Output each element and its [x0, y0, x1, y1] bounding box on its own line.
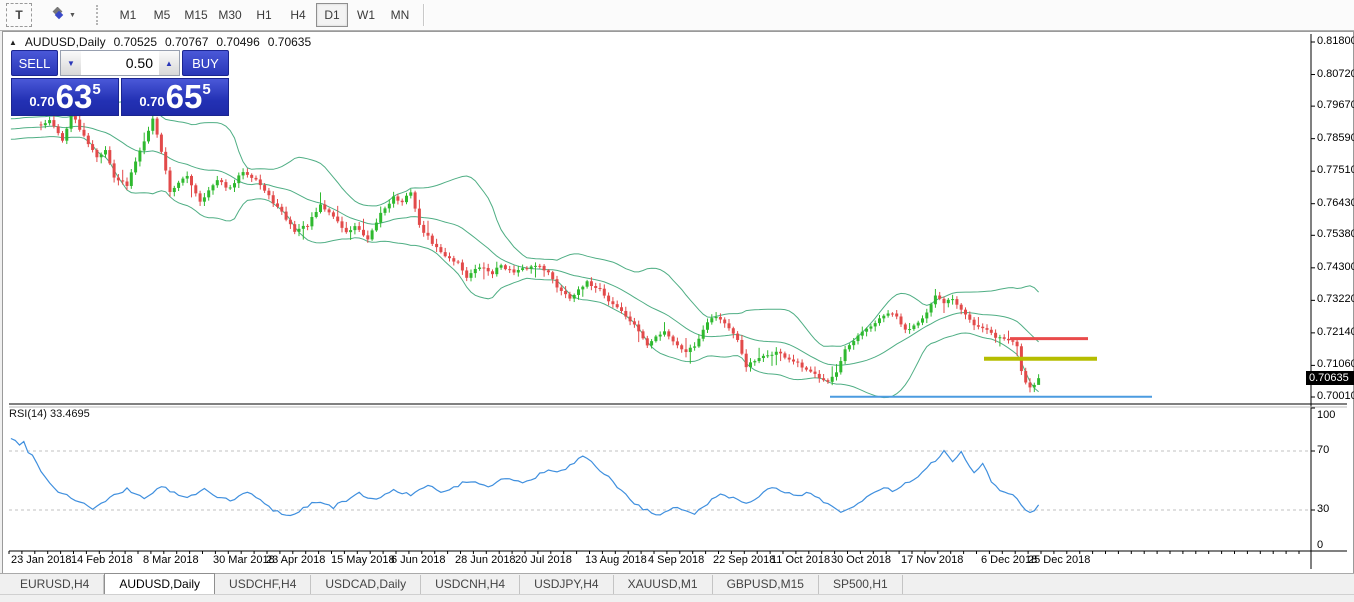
price-axis-label: 0.80720 [1317, 68, 1354, 80]
rsi-axis-label: 0 [1317, 539, 1323, 551]
date-axis-label: 4 Sep 2018 [648, 554, 704, 566]
ask-prefix: 0.70 [139, 94, 164, 109]
timeframe-button-m1[interactable]: M1 [112, 3, 144, 27]
volume-up-icon[interactable]: ▲ [159, 51, 179, 75]
price-axis-label: 0.76430 [1317, 197, 1354, 209]
chart-tab-bar: EURUSD,H4AUDUSD,DailyUSDCHF,H4USDCAD,Dai… [0, 573, 1354, 594]
price-axis-label: 0.73220 [1317, 293, 1354, 305]
date-axis-label: 11 Oct 2018 [771, 554, 830, 566]
sell-price-panel[interactable]: 0.70 63 5 [11, 78, 119, 116]
toolbar-drag-handle[interactable] [96, 5, 103, 25]
rsi-axis-label: 30 [1317, 503, 1329, 515]
buy-price-panel[interactable]: 0.70 65 5 [121, 78, 229, 116]
bollinger-bands [11, 102, 1039, 398]
chart-tab-eurusd-h4[interactable]: EURUSD,H4 [6, 575, 104, 594]
bid-pipette: 5 [92, 81, 100, 98]
timeframe-button-m5[interactable]: M5 [146, 3, 178, 27]
timeframe-button-mn[interactable]: MN [384, 3, 416, 27]
ohlc-close: 0.70635 [268, 35, 311, 49]
price-axis-label: 0.78590 [1317, 132, 1354, 144]
rsi-axis-label: 70 [1317, 444, 1329, 456]
chart-symbol-period: AUDUSD,Daily [25, 35, 106, 49]
price-axis-label: 0.74300 [1317, 261, 1354, 273]
timeframe-button-h1[interactable]: H1 [248, 3, 280, 27]
price-axis-label: 0.81800 [1317, 35, 1354, 47]
terminal-window: T ▼ M1M5M15M30H1H4D1W1MN ▲ AUDUSD,Daily … [0, 0, 1354, 602]
chart-window: ▲ AUDUSD,Daily 0.70525 0.70767 0.70496 0… [2, 31, 1354, 574]
chart-tab-usdcad-daily[interactable]: USDCAD,Daily [311, 575, 421, 594]
bid-prefix: 0.70 [29, 94, 54, 109]
date-axis-label: 13 Aug 2018 [585, 554, 647, 566]
volume-spinner: ▼ ▲ [60, 50, 180, 76]
chart-tab-usdchf-h4[interactable]: USDCHF,H4 [215, 575, 311, 594]
date-axis-label: 23 Apr 2018 [266, 554, 325, 566]
status-bar [0, 594, 1354, 602]
volume-down-icon[interactable]: ▼ [61, 51, 81, 75]
ask-big-digits: 65 [166, 82, 203, 112]
rsi-axis-label: 100 [1317, 409, 1335, 421]
timeframe-button-m30[interactable]: M30 [214, 3, 246, 27]
price-axis-label: 0.72140 [1317, 326, 1354, 338]
price-axis-label: 0.79670 [1317, 99, 1354, 111]
timeframe-button-w1[interactable]: W1 [350, 3, 382, 27]
date-axis-label: 14 Feb 2018 [71, 554, 133, 566]
date-axis-label: 22 Sep 2018 [713, 554, 775, 566]
date-axis-label: 15 May 2018 [331, 554, 395, 566]
date-axis-label: 6 Jun 2018 [391, 554, 445, 566]
date-axis-label: 23 Jan 2018 [11, 554, 72, 566]
text-label-tool-icon[interactable]: T [6, 3, 32, 27]
toolbar: T ▼ M1M5M15M30H1H4D1W1MN [0, 0, 1354, 31]
date-axis-label: 20 Jul 2018 [515, 554, 572, 566]
arrows-tool-button[interactable]: ▼ [45, 3, 81, 27]
ohlc-high: 0.70767 [165, 35, 208, 49]
price-axis-label: 0.75380 [1317, 228, 1354, 240]
collapse-chart-icon[interactable]: ▲ [9, 38, 17, 47]
sell-button[interactable]: SELL [11, 50, 58, 76]
bid-big-digits: 63 [56, 82, 93, 112]
chart-tab-usdcnh-h4[interactable]: USDCNH,H4 [421, 575, 520, 594]
ohlc-low: 0.70496 [216, 35, 259, 49]
toolbar-separator [423, 4, 425, 26]
buy-button[interactable]: BUY [182, 50, 229, 76]
timeframe-button-d1[interactable]: D1 [316, 3, 348, 27]
price-axis-label: 0.70010 [1317, 390, 1354, 402]
date-axis-label: 30 Oct 2018 [831, 554, 891, 566]
chart-tab-usdjpy-h4[interactable]: USDJPY,H4 [520, 575, 613, 594]
timeframe-buttons: M1M5M15M30H1H4D1W1MN [111, 3, 417, 27]
arrows-tool-icon [50, 7, 66, 24]
chart-title: ▲ AUDUSD,Daily 0.70525 0.70767 0.70496 0… [9, 35, 311, 49]
rsi-line [11, 439, 1039, 516]
chart-tab-audusd-daily[interactable]: AUDUSD,Daily [104, 573, 215, 595]
price-axis-label: 0.77510 [1317, 164, 1354, 176]
volume-input[interactable] [81, 51, 159, 75]
current-price-tag: 0.70635 [1306, 371, 1354, 385]
one-click-trading-widget: SELL ▼ ▲ BUY 0.70 63 5 0.70 65 5 [11, 50, 229, 116]
chart-tab-xauusd-m1[interactable]: XAUUSD,M1 [614, 575, 713, 594]
chart-tab-gbpusd-m15[interactable]: GBPUSD,M15 [713, 575, 819, 594]
candles [40, 109, 1041, 392]
ohlc-open: 0.70525 [114, 35, 157, 49]
rsi-indicator-label: RSI(14) 33.4695 [9, 408, 90, 420]
timeframe-button-h4[interactable]: H4 [282, 3, 314, 27]
date-axis-label: 17 Nov 2018 [901, 554, 963, 566]
chart-tab-sp500-h1[interactable]: SP500,H1 [819, 575, 903, 594]
dropdown-caret-icon[interactable]: ▼ [69, 12, 76, 19]
timeframe-button-m15[interactable]: M15 [180, 3, 212, 27]
ask-pipette: 5 [202, 81, 210, 98]
date-axis-label: 25 Dec 2018 [1028, 554, 1090, 566]
price-axis-label: 0.71060 [1317, 358, 1354, 370]
date-axis-label: 28 Jun 2018 [455, 554, 516, 566]
date-axis-label: 8 Mar 2018 [143, 554, 199, 566]
